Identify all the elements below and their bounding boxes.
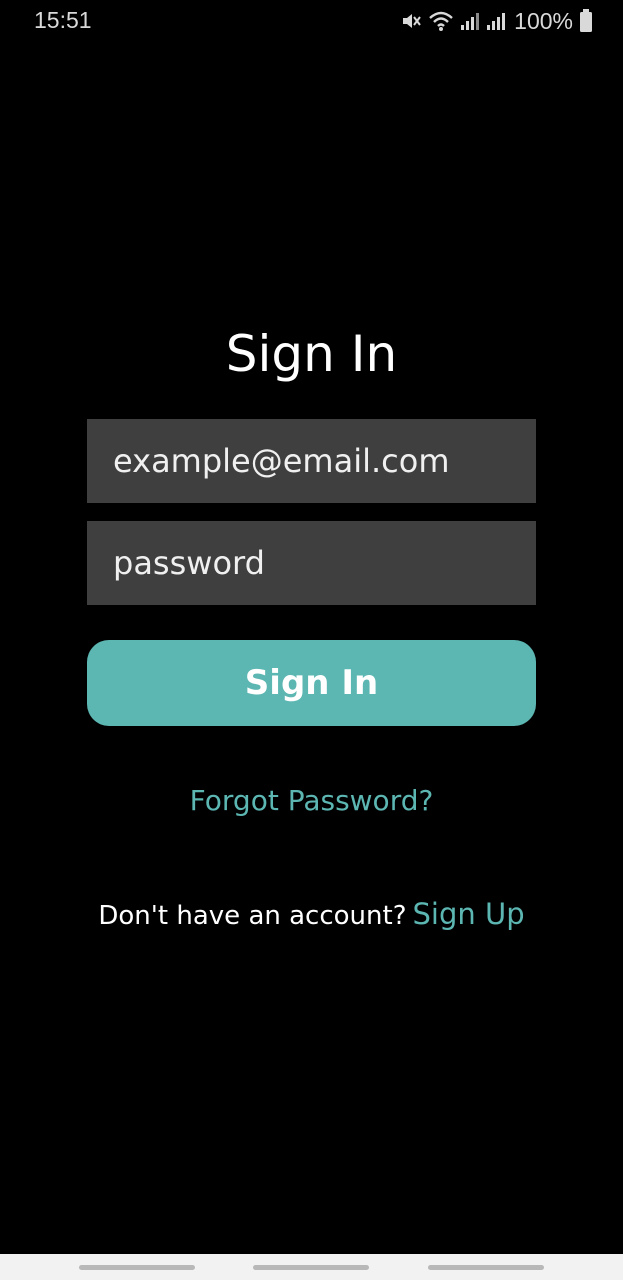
status-time: 15:51 xyxy=(34,7,92,33)
email-placeholder: example@email.com xyxy=(113,442,450,480)
password-placeholder: password xyxy=(113,544,265,582)
wifi-icon xyxy=(428,10,454,32)
signup-prompt: Don't have an account? xyxy=(98,901,407,931)
status-icons: 100% xyxy=(400,7,593,35)
recent-apps-button[interactable] xyxy=(79,1265,195,1270)
sign-in-button[interactable]: Sign In xyxy=(87,640,536,726)
battery-icon xyxy=(579,9,593,33)
sign-up-link[interactable]: Sign Up xyxy=(413,897,525,931)
signal-icon xyxy=(460,10,480,32)
back-button[interactable] xyxy=(428,1265,544,1270)
home-button[interactable] xyxy=(253,1265,369,1270)
signup-row: Don't have an account? Sign Up xyxy=(0,897,623,931)
battery-percent: 100% xyxy=(514,7,573,34)
email-field[interactable]: example@email.com xyxy=(87,419,536,503)
password-field[interactable]: password xyxy=(87,521,536,605)
sign-in-screen: 15:51 100% Sign In example@email.com pas… xyxy=(0,0,623,1280)
page-title: Sign In xyxy=(225,325,398,383)
sign-in-button-label: Sign In xyxy=(244,663,379,703)
forgot-password-link[interactable]: Forgot Password? xyxy=(0,784,623,817)
navigation-bar xyxy=(0,1254,623,1280)
signal-icon xyxy=(486,10,506,32)
status-bar: 15:51 100% xyxy=(0,0,623,44)
mute-icon xyxy=(400,10,422,32)
